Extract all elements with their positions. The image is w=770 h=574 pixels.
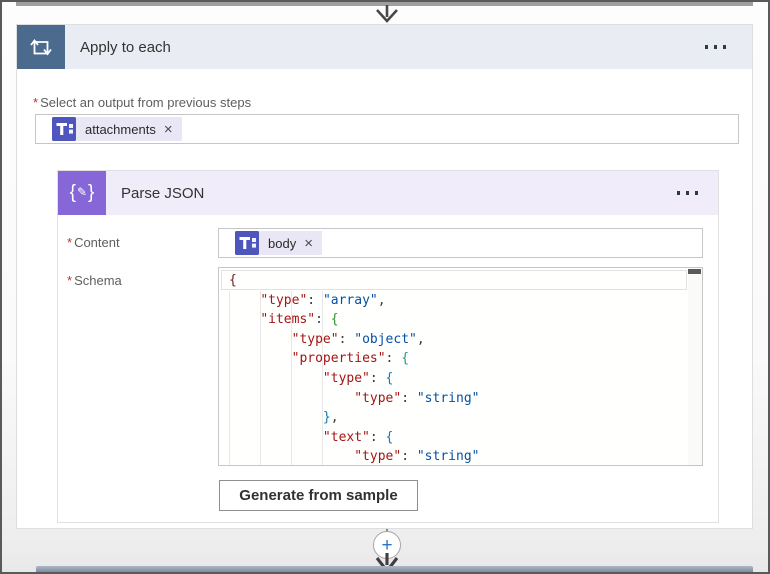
parse-json-menu-button[interactable]: [677, 191, 719, 195]
apply-to-each-header[interactable]: Apply to each: [17, 25, 752, 69]
body-token[interactable]: body ×: [235, 231, 322, 255]
token-label: attachments: [85, 122, 156, 137]
attachments-token[interactable]: attachments ×: [52, 117, 182, 141]
required-marker: *: [33, 95, 38, 110]
microsoft-teams-icon: [235, 231, 259, 255]
flow-designer-canvas: Apply to each *Select an output from pre…: [0, 0, 770, 574]
schema-code-lines: { "type": "array", "items": { "type": "o…: [229, 271, 686, 466]
content-label: *Content: [67, 228, 120, 258]
remove-token-icon[interactable]: ×: [164, 122, 173, 137]
generate-from-sample-button[interactable]: Generate from sample: [219, 480, 418, 511]
editor-scrollbar-track: [688, 268, 702, 465]
remove-token-icon[interactable]: ×: [304, 236, 313, 251]
apply-to-each-title: Apply to each: [65, 39, 171, 56]
parse-json-card: {✎} Parse JSON *Content body: [57, 170, 719, 523]
select-output-input[interactable]: attachments ×: [35, 114, 739, 144]
parse-json-header[interactable]: {✎} Parse JSON: [58, 171, 718, 215]
arrow-down-icon: [373, 5, 401, 24]
token-label: body: [268, 236, 296, 251]
editor-scrollbar-thumb[interactable]: [688, 269, 701, 274]
parse-json-title: Parse JSON: [106, 185, 204, 202]
apply-to-each-menu-button[interactable]: [705, 45, 753, 49]
next-card-edge: [36, 566, 753, 572]
loop-icon: [17, 25, 65, 69]
apply-to-each-card: Apply to each *Select an output from pre…: [16, 24, 753, 529]
select-output-label: *Select an output from previous steps: [33, 95, 251, 110]
schema-code-editor[interactable]: { "type": "array", "items": { "type": "o…: [218, 267, 703, 466]
content-input[interactable]: body ×: [218, 228, 703, 258]
schema-label: *Schema: [67, 271, 122, 291]
braces-pencil-icon: {✎}: [58, 171, 106, 215]
microsoft-teams-icon: [52, 117, 76, 141]
